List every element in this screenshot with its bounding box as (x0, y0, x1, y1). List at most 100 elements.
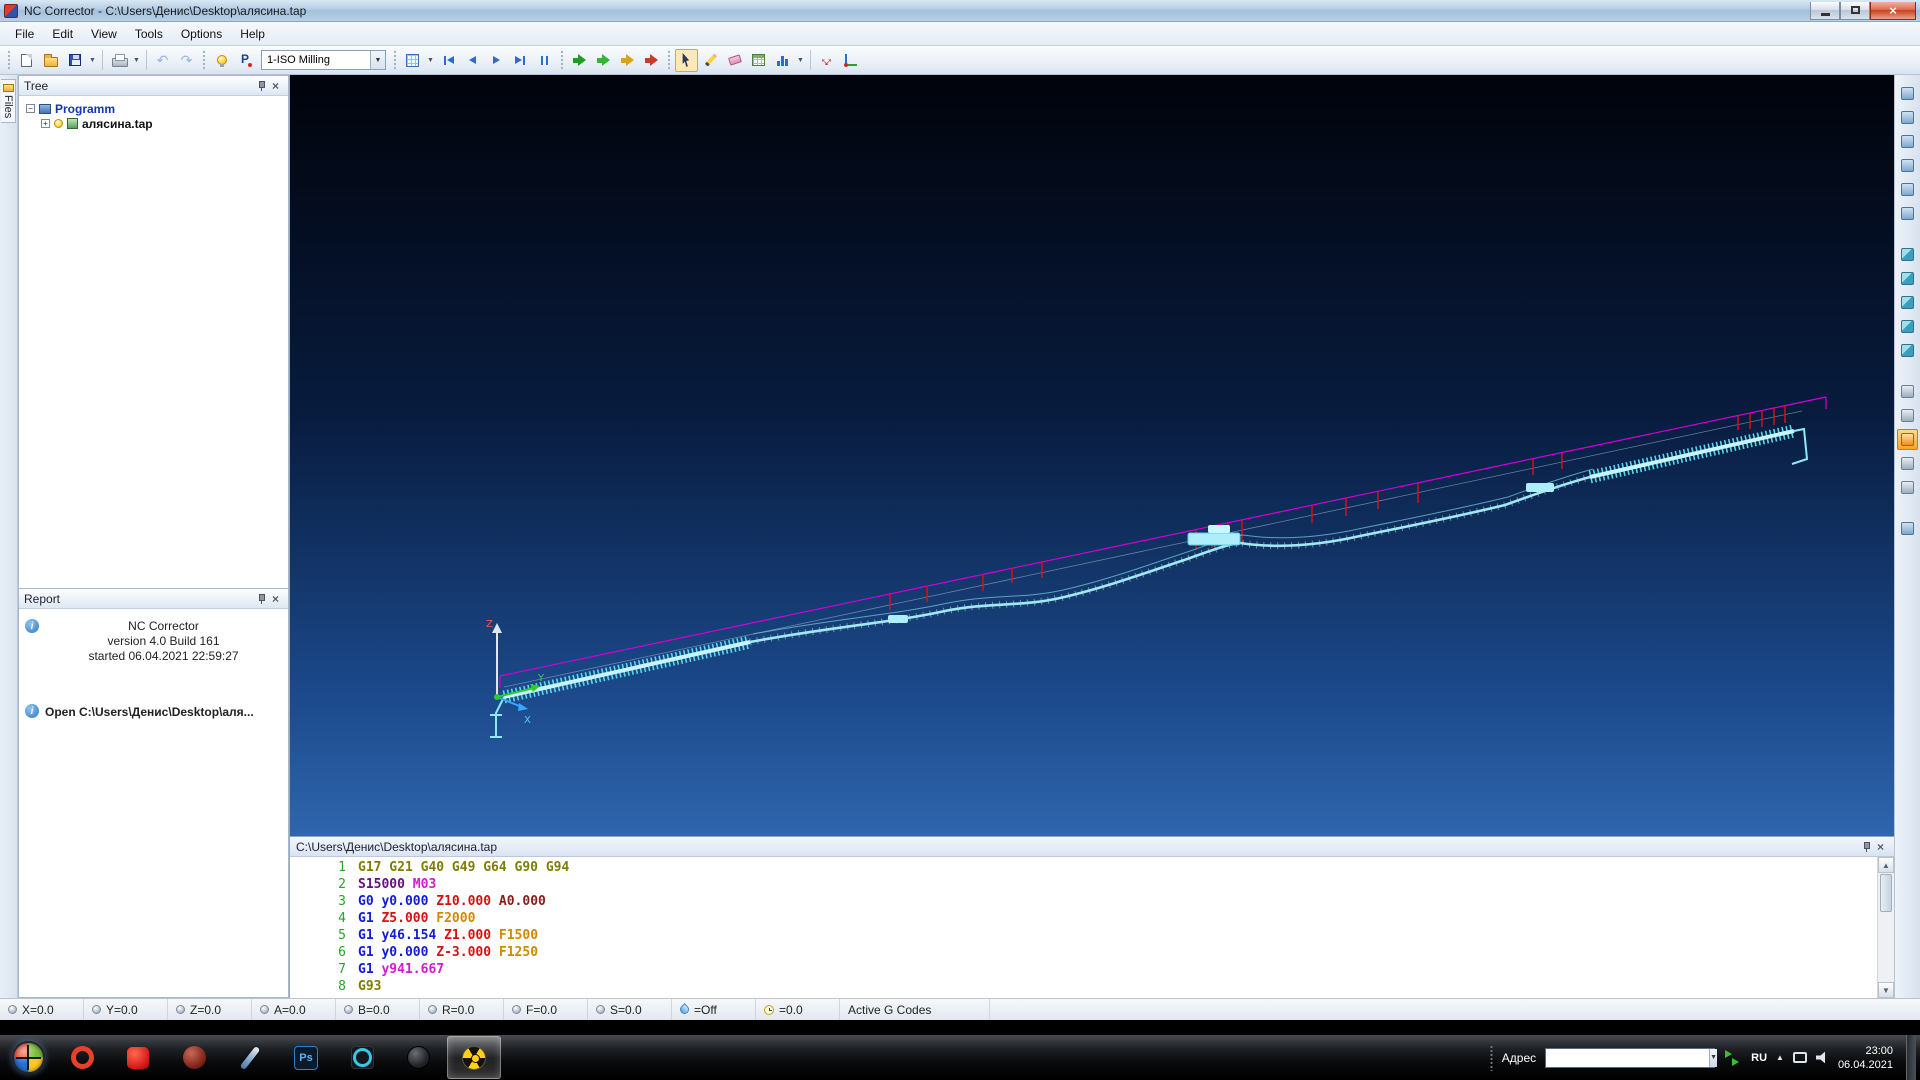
code-line[interactable]: 1G17 G21 G40 G49 G64 G90 G94 (290, 859, 1877, 876)
view-front-button[interactable] (1897, 292, 1918, 313)
scroll-up-icon[interactable]: ▲ (1878, 857, 1894, 873)
report-pin-button[interactable] (253, 591, 268, 606)
code-line[interactable]: 6G1 y0.000 Z-3.000 F1250 (290, 944, 1877, 961)
tree-pin-button[interactable] (253, 78, 268, 93)
step-forward-button[interactable] (485, 49, 508, 72)
run-button[interactable] (568, 49, 591, 72)
code-line[interactable]: 4G1 Z5.000 F2000 (290, 910, 1877, 927)
collapse-icon[interactable]: − (26, 104, 35, 113)
run-slow-button[interactable] (616, 49, 639, 72)
simulation-options-dropdown[interactable]: ▼ (425, 49, 436, 72)
pause-button[interactable] (533, 49, 556, 72)
tree-node-programm[interactable]: − Programm (21, 101, 286, 116)
opera-taskbar-icon[interactable] (55, 1036, 109, 1079)
interpreter-select[interactable]: 1-ISO Milling▼ (261, 50, 386, 70)
scroll-down-icon[interactable]: ▼ (1878, 982, 1894, 998)
menu-help[interactable]: Help (231, 24, 274, 44)
code-pin-button[interactable] (1858, 839, 1873, 854)
code-scrollbar[interactable]: ▲ ▼ (1877, 857, 1894, 998)
new-file-button[interactable] (15, 49, 38, 72)
zoom-window-button[interactable] (1897, 107, 1918, 128)
chart-view-button[interactable] (771, 49, 794, 72)
language-indicator[interactable]: RU (1751, 1052, 1767, 1064)
red-app-taskbar-icon[interactable] (111, 1036, 165, 1079)
code-line[interactable]: 3G0 y0.000 Z10.000 A0.000 (290, 893, 1877, 910)
address-bar[interactable]: ▼ (1545, 1048, 1715, 1068)
show-tool-button[interactable] (1897, 453, 1918, 474)
pan-view-button[interactable] (1897, 179, 1918, 200)
volume-icon[interactable] (1816, 1051, 1829, 1064)
run-to-cursor-button[interactable] (592, 49, 615, 72)
minimize-button[interactable] (1810, 2, 1840, 20)
dark-app-taskbar-icon[interactable] (391, 1036, 445, 1079)
menu-edit[interactable]: Edit (43, 24, 82, 44)
redo-button[interactable]: ↷ (175, 49, 198, 72)
code-line[interactable]: 8G93 (290, 978, 1877, 995)
menu-tools[interactable]: Tools (126, 24, 172, 44)
tree-close-button[interactable]: × (268, 78, 283, 93)
view-options-dropdown[interactable]: ▼ (795, 49, 806, 72)
backlight-button[interactable] (210, 49, 233, 72)
zoom-in-button[interactable] (1897, 131, 1918, 152)
tree-node-file[interactable]: + алясина.tap (21, 116, 286, 131)
go-arrows-icon[interactable] (1724, 1050, 1742, 1066)
menu-view[interactable]: View (82, 24, 126, 44)
table-view-button[interactable] (747, 49, 770, 72)
code-line[interactable]: 5G1 y46.154 Z1.000 F1500 (290, 927, 1877, 944)
open-file-button[interactable] (39, 49, 62, 72)
close-button[interactable]: × (1870, 2, 1916, 20)
view-back-button[interactable] (1897, 340, 1918, 361)
code-close-button[interactable]: × (1873, 839, 1888, 854)
network-icon[interactable] (1793, 1052, 1807, 1063)
report-close-button[interactable]: × (268, 591, 283, 606)
photoshop-taskbar-icon[interactable]: Ps (279, 1036, 333, 1079)
code-lines[interactable]: 1G17 G21 G40 G49 G64 G90 G942S15000 M033… (290, 857, 1877, 998)
show-traverse-button[interactable] (1897, 381, 1918, 402)
print-options-dropdown[interactable]: ▼ (131, 49, 142, 72)
menu-file[interactable]: File (6, 24, 43, 44)
save-options-dropdown[interactable]: ▼ (87, 49, 98, 72)
maroon-app-taskbar-icon[interactable] (167, 1036, 221, 1079)
toolpath-viewport[interactable]: Z Y X (290, 75, 1894, 836)
go-first-button[interactable] (437, 49, 460, 72)
code-line[interactable]: 2S15000 M03 (290, 876, 1877, 893)
save-file-button[interactable] (63, 49, 86, 72)
select-tool-button[interactable] (675, 49, 698, 72)
fit-scene-button[interactable] (1897, 83, 1918, 104)
zoom-out-button[interactable] (1897, 155, 1918, 176)
code-line[interactable]: 7G1 y941.667 (290, 961, 1877, 978)
simulation-mode-button[interactable] (1897, 429, 1918, 450)
transform-button[interactable] (815, 49, 838, 72)
start-button[interactable] (2, 1035, 54, 1080)
address-dropdown-icon[interactable]: ▼ (1709, 1049, 1717, 1067)
address-input[interactable] (1546, 1049, 1709, 1067)
scroll-thumb[interactable] (1880, 874, 1892, 912)
step-back-button[interactable] (461, 49, 484, 72)
undo-button[interactable]: ↶ (151, 49, 174, 72)
erase-tool-button[interactable] (723, 49, 746, 72)
edit-tool-button[interactable] (699, 49, 722, 72)
maximize-button[interactable] (1840, 2, 1870, 20)
menu-options[interactable]: Options (172, 24, 231, 44)
view-top-button[interactable] (1897, 268, 1918, 289)
expand-icon[interactable]: + (41, 119, 50, 128)
hidden-icons-chevron[interactable]: ▲ (1776, 1053, 1784, 1062)
axes-button[interactable] (839, 49, 862, 72)
view-side-button[interactable] (1897, 316, 1918, 337)
nc-corrector-taskbar-icon[interactable] (447, 1036, 501, 1079)
rotate-view-button[interactable] (1897, 203, 1918, 224)
show-desktop-button[interactable] (1906, 1035, 1916, 1080)
print-button[interactable] (107, 49, 130, 72)
combo-dropdown-icon[interactable]: ▼ (370, 51, 385, 69)
files-tab[interactable]: Files (1, 79, 16, 123)
show-workpiece-button[interactable] (1897, 405, 1918, 426)
stop-button[interactable] (640, 49, 663, 72)
view-iso-button[interactable] (1897, 244, 1918, 265)
show-axes-button[interactable] (1897, 477, 1918, 498)
brush-app-taskbar-icon[interactable] (223, 1036, 277, 1079)
go-last-button[interactable] (509, 49, 532, 72)
parameters-button[interactable] (234, 49, 257, 72)
simulation-grid-button[interactable] (401, 49, 424, 72)
ring-app-taskbar-icon[interactable] (335, 1036, 389, 1079)
tray-clock[interactable]: 23:00 06.04.2021 (1838, 1044, 1893, 1072)
